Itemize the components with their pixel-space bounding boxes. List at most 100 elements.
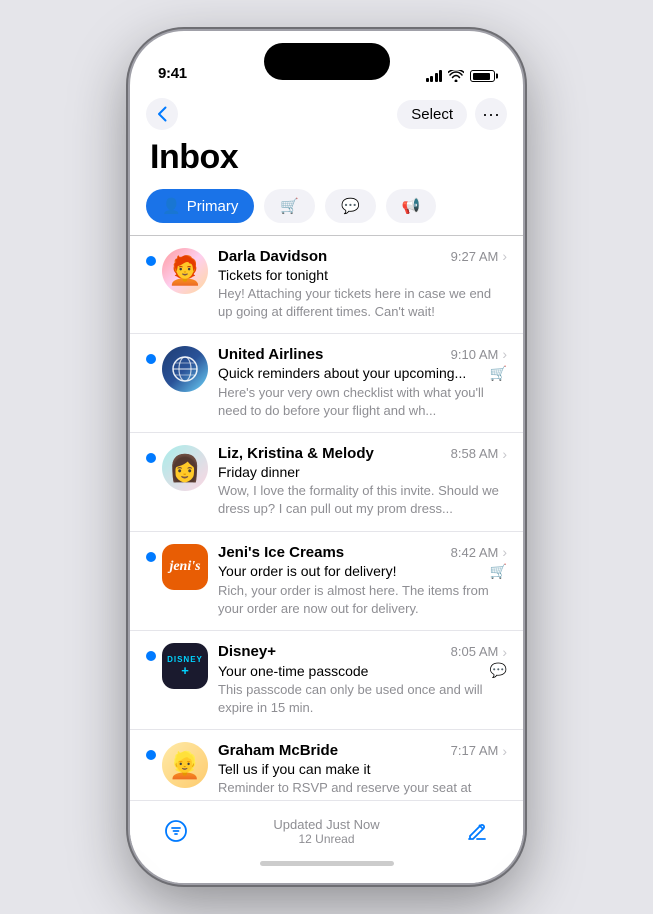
email-subject: Friday dinner (218, 464, 507, 480)
bottom-toolbar: Updated Just Now 12 Unread (130, 800, 523, 883)
unread-dot (146, 552, 156, 562)
email-meta: 8:05 AM › (451, 644, 507, 660)
email-content: Jeni's Ice Creams 8:42 AM › Your order i… (218, 544, 507, 618)
email-item[interactable]: United Airlines 9:10 AM › Quick reminder… (130, 334, 523, 433)
select-button[interactable]: Select (397, 100, 467, 129)
category-tag: 🛒 (490, 365, 507, 382)
email-time: 8:58 AM (451, 446, 499, 461)
email-header: Liz, Kristina & Melody 8:58 AM › (218, 445, 507, 462)
email-header: United Airlines 9:10 AM › (218, 346, 507, 363)
email-item[interactable]: 👱 Graham McBride 7:17 AM › Tell us if yo… (130, 730, 523, 808)
app-content: Select ··· Inbox 👤 Primary 🛒 💬 📢 (130, 90, 523, 883)
email-preview: Rich, your order is almost here. The ite… (218, 582, 507, 618)
sender-name: Graham McBride (218, 742, 451, 759)
email-content: United Airlines 9:10 AM › Quick reminder… (218, 346, 507, 420)
avatar: jeni's (162, 544, 208, 590)
inbox-title: Inbox (130, 134, 523, 189)
signal-icon (426, 70, 443, 82)
email-subject-row: Friday dinner (218, 464, 507, 480)
category-tabs: 👤 Primary 🛒 💬 📢 (130, 189, 523, 235)
home-indicator (260, 861, 394, 866)
email-time: 9:27 AM (451, 249, 499, 264)
email-subject-row: Tell us if you can make it (218, 761, 507, 777)
chevron-right-icon: › (502, 544, 507, 560)
chevron-right-icon: › (502, 346, 507, 362)
category-tag: 💬 (490, 662, 507, 679)
email-time: 8:05 AM (451, 644, 499, 659)
filter-button[interactable] (154, 809, 198, 853)
email-subject: Tickets for tonight (218, 267, 507, 283)
chevron-right-icon: › (502, 743, 507, 759)
avatar (162, 346, 208, 392)
email-subject-row: Quick reminders about your upcoming... 🛒 (218, 365, 507, 382)
email-preview: Wow, I love the formality of this invite… (218, 482, 507, 518)
nav-right: Select ··· (397, 98, 507, 130)
unread-dot (146, 750, 156, 760)
tab-shopping[interactable]: 🛒 (264, 189, 315, 223)
email-header: Disney+ 8:05 AM › (218, 643, 507, 660)
email-item[interactable]: 🧑‍🦰 Darla Davidson 9:27 AM › Tickets for… (130, 236, 523, 334)
email-subject-row: Your one-time passcode 💬 (218, 662, 507, 679)
sender-name: Disney+ (218, 643, 451, 660)
avatar: DISNEY + (162, 643, 208, 689)
email-meta: 7:17 AM › (451, 743, 507, 759)
tab-messages[interactable]: 💬 (325, 189, 376, 223)
email-subject: Your one-time passcode (218, 663, 486, 679)
phone-frame: 9:41 Select (130, 31, 523, 883)
battery-icon (470, 70, 495, 82)
unread-dot (146, 453, 156, 463)
more-button[interactable]: ··· (475, 98, 507, 130)
email-list: 🧑‍🦰 Darla Davidson 9:27 AM › Tickets for… (130, 236, 523, 809)
updated-text: Updated Just Now (198, 817, 455, 832)
wifi-icon (448, 70, 464, 82)
avatar: 👱 (162, 742, 208, 788)
nav-bar: Select ··· (130, 90, 523, 134)
email-content: Darla Davidson 9:27 AM › Tickets for ton… (218, 248, 507, 321)
messages-icon: 💬 (341, 197, 360, 215)
email-item[interactable]: DISNEY + Disney+ 8:05 AM › Your one-time… (130, 631, 523, 730)
sender-name: United Airlines (218, 346, 451, 363)
toolbar-content: Updated Just Now 12 Unread (130, 801, 523, 853)
email-subject: Your order is out for delivery! (218, 563, 486, 579)
tab-promotions[interactable]: 📢 (386, 189, 437, 223)
chevron-right-icon: › (502, 644, 507, 660)
avatar: 👩 (162, 445, 208, 491)
shopping-icon: 🛒 (280, 197, 299, 215)
unread-count: 12 Unread (198, 832, 455, 846)
email-time: 9:10 AM (451, 347, 499, 362)
email-subject: Quick reminders about your upcoming... (218, 365, 486, 381)
email-item[interactable]: 👩 Liz, Kristina & Melody 8:58 AM › Frida… (130, 433, 523, 531)
compose-button[interactable] (455, 809, 499, 853)
email-preview: Reminder to RSVP and reserve your seat a… (218, 779, 507, 797)
chevron-right-icon: › (502, 248, 507, 264)
email-subject-row: Tickets for tonight (218, 267, 507, 283)
email-time: 7:17 AM (451, 743, 499, 758)
email-content: Liz, Kristina & Melody 8:58 AM › Friday … (218, 445, 507, 518)
email-preview: This passcode can only be used once and … (218, 681, 507, 717)
toolbar-center: Updated Just Now 12 Unread (198, 817, 455, 846)
status-time: 9:41 (158, 65, 187, 82)
sender-name: Liz, Kristina & Melody (218, 445, 451, 462)
unread-dot (146, 651, 156, 661)
email-header: Graham McBride 7:17 AM › (218, 742, 507, 759)
avatar: 🧑‍🦰 (162, 248, 208, 294)
sender-name: Jeni's Ice Creams (218, 544, 451, 561)
email-item[interactable]: jeni's Jeni's Ice Creams 8:42 AM › Your … (130, 532, 523, 631)
email-meta: 8:58 AM › (451, 446, 507, 462)
tab-primary[interactable]: 👤 Primary (146, 189, 254, 223)
email-content: Disney+ 8:05 AM › Your one-time passcode… (218, 643, 507, 717)
email-time: 8:42 AM (451, 545, 499, 560)
email-header: Jeni's Ice Creams 8:42 AM › (218, 544, 507, 561)
email-subject: Tell us if you can make it (218, 761, 507, 777)
email-header: Darla Davidson 9:27 AM › (218, 248, 507, 265)
primary-icon: 👤 (162, 197, 181, 215)
status-icons (426, 70, 496, 82)
back-button[interactable] (146, 98, 178, 130)
email-content: Graham McBride 7:17 AM › Tell us if you … (218, 742, 507, 797)
category-tag: 🛒 (490, 563, 507, 580)
dynamic-island (264, 43, 390, 80)
tab-primary-label: Primary (187, 198, 239, 215)
unread-dot (146, 354, 156, 364)
email-preview: Hey! Attaching your tickets here in case… (218, 285, 507, 321)
email-meta: 9:10 AM › (451, 346, 507, 362)
